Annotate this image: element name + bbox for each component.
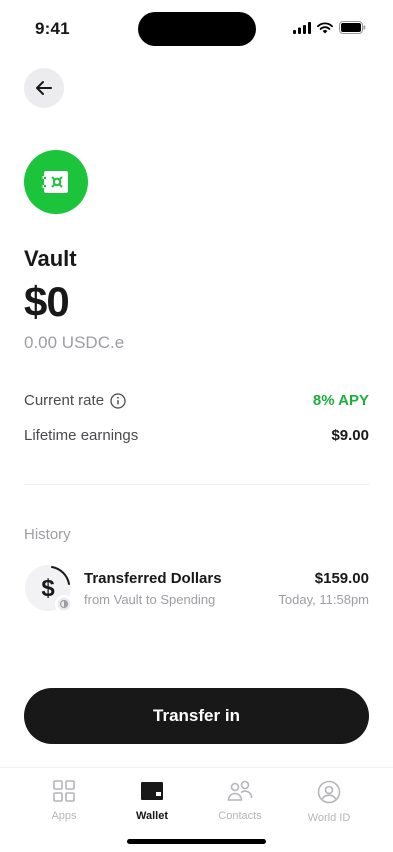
current-rate-label-group: Current rate (24, 392, 126, 409)
svg-text:$: $ (41, 575, 55, 602)
history-heading: History (24, 526, 71, 543)
status-time: 9:41 (35, 19, 70, 38)
transfer-in-button[interactable]: Transfer in (24, 688, 369, 744)
token-balance: 0.00 USDC.e (24, 333, 125, 352)
tab-wallet-label: Wallet (136, 810, 168, 822)
wifi-icon (317, 21, 333, 33)
battery-icon (339, 21, 366, 34)
safe-icon (42, 171, 68, 193)
tx-time: Today, 11:58pm (278, 592, 369, 607)
tab-world-id-label: World ID (307, 812, 351, 824)
current-rate-value: 8% APY (312, 392, 369, 409)
tx-amount: $159.00 (314, 570, 369, 587)
tx-title: Transferred Dollars (84, 570, 222, 587)
lifetime-earnings-value: $9.00 (331, 427, 369, 444)
tab-contacts-label: Contacts (218, 810, 262, 822)
tab-wallet[interactable]: Wallet (112, 780, 192, 822)
status-bar: 9:41 (0, 0, 393, 54)
vault-balance: $0 (24, 278, 70, 325)
signal-icon (293, 21, 311, 34)
status-icons (293, 21, 366, 34)
arrow-left-icon (36, 81, 52, 95)
history-item[interactable]: $ Transferred Dollars from Vault to Spen… (24, 562, 369, 616)
grid-icon (53, 780, 75, 802)
info-icon[interactable] (110, 392, 126, 409)
lifetime-earnings-row: Lifetime earnings $9.00 (24, 427, 369, 444)
divider (24, 484, 369, 485)
wallet-icon (141, 782, 163, 800)
tab-apps[interactable]: Apps (24, 780, 104, 822)
tab-apps-label: Apps (51, 810, 77, 822)
home-indicator (127, 839, 266, 844)
current-rate-row: Current rate 8% APY (24, 392, 369, 409)
user-circle-icon (317, 780, 341, 804)
tx-subtitle: from Vault to Spending (84, 592, 216, 607)
dollar-transfer-icon: $ (25, 565, 72, 612)
dynamic-island (138, 12, 256, 46)
tab-world-id[interactable]: World ID (289, 780, 369, 824)
current-rate-label: Current rate (24, 392, 105, 409)
vault-title: Vault (24, 246, 77, 271)
back-button[interactable] (24, 68, 64, 108)
tab-contacts[interactable]: Contacts (200, 780, 280, 822)
contacts-icon (227, 780, 253, 801)
lifetime-earnings-label: Lifetime earnings (24, 427, 139, 444)
vault-icon (24, 150, 88, 214)
